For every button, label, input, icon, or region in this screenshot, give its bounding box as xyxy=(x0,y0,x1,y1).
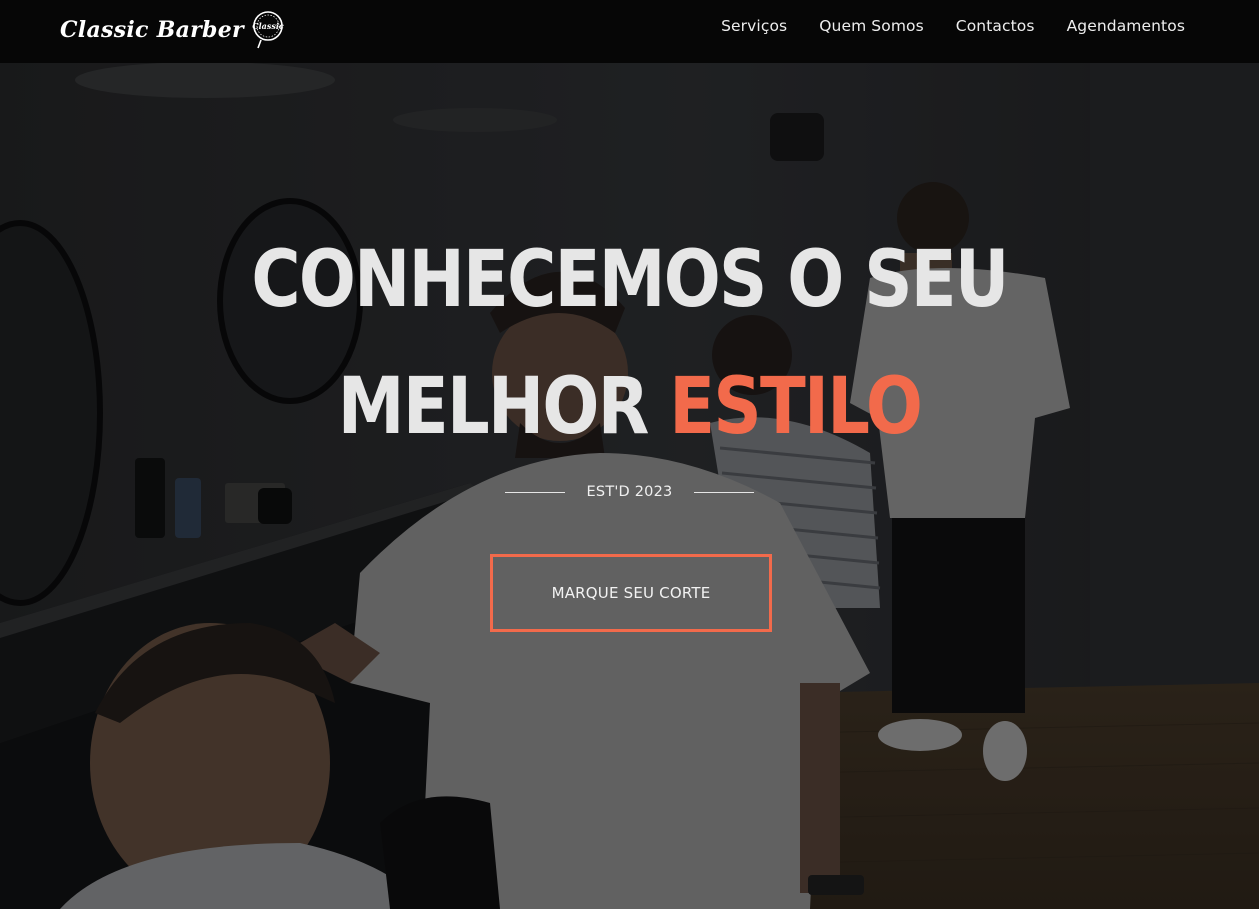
brand-name: Classic Barber xyxy=(60,17,244,43)
nav-item-quem-somos: Quem Somos xyxy=(819,17,924,36)
nav-item-servicos: Serviços xyxy=(721,17,787,36)
divider-right xyxy=(694,491,755,493)
nav-link-contactos[interactable]: Contactos xyxy=(956,17,1035,35)
logo-text: Classic xyxy=(252,21,284,31)
hero-headline-line1: CONHECEMOS O SEU xyxy=(251,235,1009,325)
hero-section: CONHECEMOS O SEU MELHOR ESTILO EST'D 202… xyxy=(0,63,1259,909)
top-navbar: Classic Barber Classic Serviços Quem Som… xyxy=(0,0,1259,63)
divider-left xyxy=(504,491,565,493)
book-haircut-button[interactable]: MARQUE SEU CORTE xyxy=(490,554,772,632)
brand-link[interactable]: Classic Barber Classic xyxy=(60,10,288,50)
barber-logo-icon: Classic xyxy=(252,11,284,49)
nav-item-contactos: Contactos xyxy=(956,17,1035,36)
headline-accent-word: ESTILO xyxy=(669,362,923,452)
nav-menu: Serviços Quem Somos Contactos Agendament… xyxy=(721,0,1185,52)
nav-link-servicos[interactable]: Serviços xyxy=(721,17,787,35)
headline-plain-word: MELHOR xyxy=(337,362,650,452)
nav-link-agendamentos[interactable]: Agendamentos xyxy=(1067,17,1185,35)
nav-link-quem-somos[interactable]: Quem Somos xyxy=(819,17,924,35)
nav-item-agendamentos: Agendamentos xyxy=(1067,17,1185,36)
established-text: EST'D 2023 xyxy=(586,484,673,500)
established-row: EST'D 2023 xyxy=(0,484,1259,500)
hero-headline-line2: MELHOR ESTILO xyxy=(88,368,1171,446)
